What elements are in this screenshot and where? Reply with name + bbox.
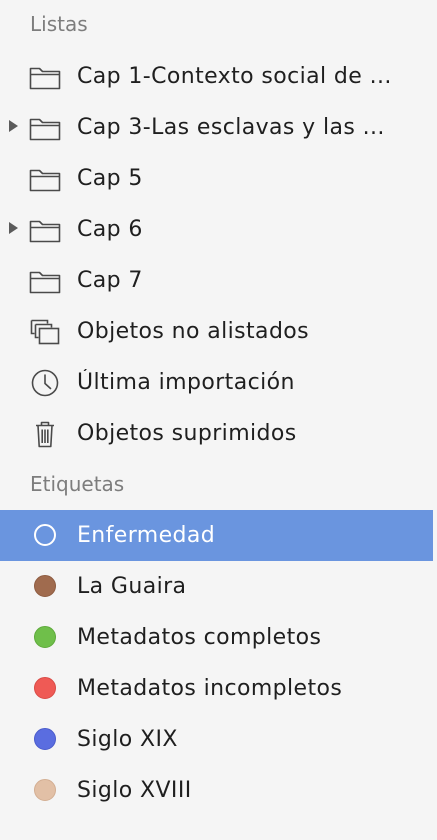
tags-section-header: Etiquetas bbox=[30, 472, 125, 496]
folder-icon bbox=[28, 266, 62, 296]
list-item-label: Cap 5 bbox=[77, 166, 143, 191]
tag-color-dot bbox=[34, 677, 56, 699]
tag-item-siglo-xix[interactable]: Siglo XIX bbox=[0, 714, 433, 765]
list-item-label: Cap 7 bbox=[77, 268, 143, 293]
list-item-label: Última importación bbox=[77, 370, 295, 395]
folder-icon bbox=[28, 215, 62, 245]
clock-icon bbox=[28, 368, 62, 398]
tag-item-label: Siglo XVIII bbox=[77, 778, 192, 803]
list-item-cap-5[interactable]: Cap 5 bbox=[0, 153, 433, 204]
tag-item-metadatos-incompletos[interactable]: Metadatos incompletos bbox=[0, 663, 433, 714]
list-item-unfiled-items[interactable]: Objetos no alistados bbox=[0, 306, 433, 357]
tag-color-dot bbox=[34, 779, 56, 801]
list-item-last-import[interactable]: Última importación bbox=[0, 357, 433, 408]
tag-item-siglo-xviii[interactable]: Siglo XVIII bbox=[0, 765, 433, 816]
list-item-cap-1[interactable]: Cap 1-Contexto social de ... bbox=[0, 51, 433, 102]
tag-item-label: Enfermedad bbox=[77, 523, 216, 548]
list-item-label: Cap 6 bbox=[77, 217, 143, 242]
folder-icon bbox=[28, 62, 62, 92]
tag-item-label: Metadatos incompletos bbox=[77, 676, 343, 701]
disclosure-triangle-icon[interactable] bbox=[9, 222, 18, 234]
tag-item-label: Metadatos completos bbox=[77, 625, 322, 650]
list-item-label: Objetos suprimidos bbox=[77, 421, 297, 446]
trash-icon bbox=[28, 419, 62, 449]
tag-color-dot bbox=[34, 524, 56, 546]
disclosure-triangle-icon[interactable] bbox=[9, 120, 18, 132]
list-item-label: Objetos no alistados bbox=[77, 319, 310, 344]
tag-item-label: La Guaira bbox=[77, 574, 187, 599]
tag-item-la-guaira[interactable]: La Guaira bbox=[0, 561, 433, 612]
list-item-cap-3[interactable]: Cap 3-Las esclavas y las ... bbox=[0, 102, 433, 153]
folder-icon bbox=[28, 164, 62, 194]
list-item-label: Cap 1-Contexto social de ... bbox=[77, 64, 392, 89]
tag-color-dot bbox=[34, 728, 56, 750]
list-item-cap-6[interactable]: Cap 6 bbox=[0, 204, 433, 255]
list-item-deleted-items[interactable]: Objetos suprimidos bbox=[0, 408, 433, 459]
list-item-label: Cap 3-Las esclavas y las ... bbox=[77, 115, 385, 140]
tag-item-enfermedad[interactable]: Enfermedad bbox=[0, 510, 433, 561]
tag-item-label: Siglo XIX bbox=[77, 727, 178, 752]
lists-section-header: Listas bbox=[30, 12, 88, 36]
folder-icon bbox=[28, 113, 62, 143]
tag-item-metadatos-completos[interactable]: Metadatos completos bbox=[0, 612, 433, 663]
tag-color-dot bbox=[34, 626, 56, 648]
list-item-cap-7[interactable]: Cap 7 bbox=[0, 255, 433, 306]
stacked-items-icon bbox=[28, 317, 62, 347]
tag-color-dot bbox=[34, 575, 56, 597]
sidebar: Listas Cap 1-Contexto social de ... Cap … bbox=[0, 0, 437, 840]
